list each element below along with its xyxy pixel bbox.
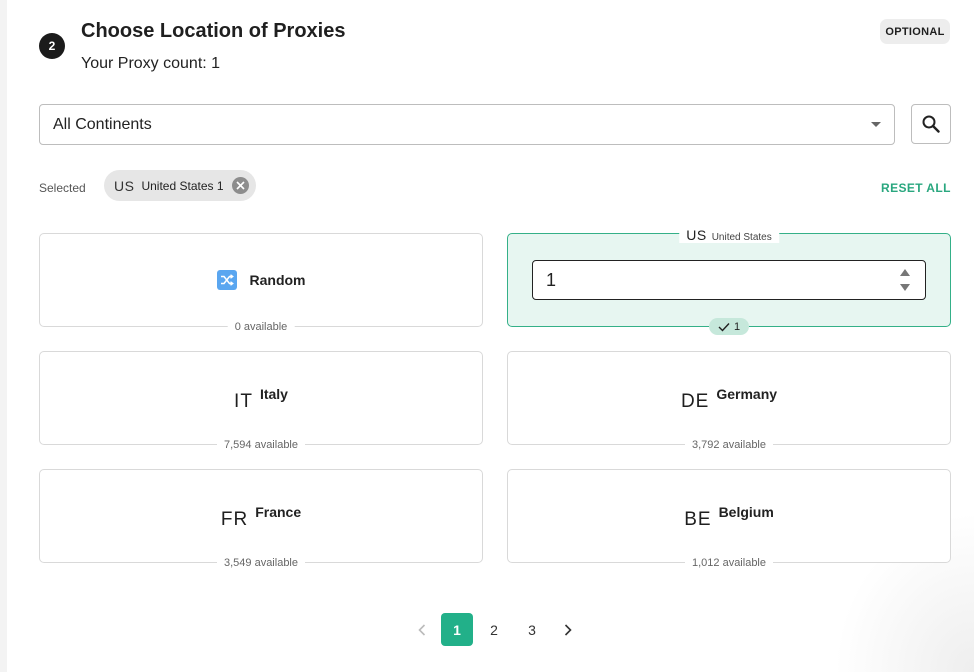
available-count: 1,012 available [684,557,774,569]
available-count: 3,549 available [216,557,306,569]
stepper-up-icon[interactable] [900,269,910,276]
page-2-button[interactable]: 2 [484,613,504,646]
quantity-value: 1 [546,269,557,290]
selected-chip-us: US United States 1 [104,170,256,201]
left-border [0,0,7,672]
country-code: BE [684,509,712,530]
available-count: 7,594 available [216,439,306,451]
pagination: 1 2 3 [0,613,974,646]
selected-count: 1 [733,320,741,333]
random-label: Random [249,272,306,288]
quantity-input[interactable]: 1 [532,260,926,300]
continent-select-value: All Continents [53,115,152,133]
chip-country-code: US [114,177,135,194]
chevron-right-icon [564,623,572,636]
country-name: Italy [259,386,288,402]
country-code: FR [220,509,249,530]
location-card-us-selected[interactable]: US United States 1 1 [507,227,951,335]
quantity-stepper[interactable] [899,268,911,292]
available-count: 0 available [227,321,295,333]
stepper-down-icon[interactable] [900,284,910,291]
chip-label: United States 1 [141,178,224,193]
optional-badge: OPTIONAL [880,19,950,44]
continent-select[interactable]: All Continents [39,104,895,145]
shuffle-icon [216,270,237,290]
location-card-france[interactable]: FR France 3,549 available [39,469,483,569]
search-icon [922,115,940,133]
country-name: United States [711,232,772,243]
selected-label: Selected [39,181,86,195]
country-code: US [686,227,707,243]
chip-remove-icon[interactable] [232,177,249,194]
reset-all-button[interactable]: RESET ALL [881,181,951,195]
dropdown-caret-icon [871,122,881,127]
section-title: Choose Location of Proxies [81,20,346,42]
check-icon [718,322,730,332]
prev-page-button[interactable] [414,613,430,646]
available-count: 3,792 available [684,439,774,451]
country-code: IT [234,391,253,412]
chevron-left-icon [418,623,426,636]
location-card-belgium[interactable]: BE Belgium 1,012 available [507,469,951,569]
country-name: Belgium [718,504,774,520]
search-button[interactable] [911,104,951,144]
next-page-button[interactable] [560,613,576,646]
page-1-button[interactable]: 1 [441,613,473,646]
location-card-germany[interactable]: DE Germany 3,792 available [507,351,951,451]
selected-card-legend: US United States [679,227,779,243]
proxy-count-text: Your Proxy count: 1 [81,55,221,72]
selected-count-badge: 1 [709,318,749,335]
country-code: DE [680,391,710,412]
step-number-badge: 2 [39,33,65,59]
page-3-button[interactable]: 3 [522,613,542,646]
country-name: Germany [716,386,778,402]
location-card-random[interactable]: Random 0 available [39,233,483,333]
location-card-italy[interactable]: IT Italy 7,594 available [39,351,483,451]
country-name: France [255,504,302,520]
